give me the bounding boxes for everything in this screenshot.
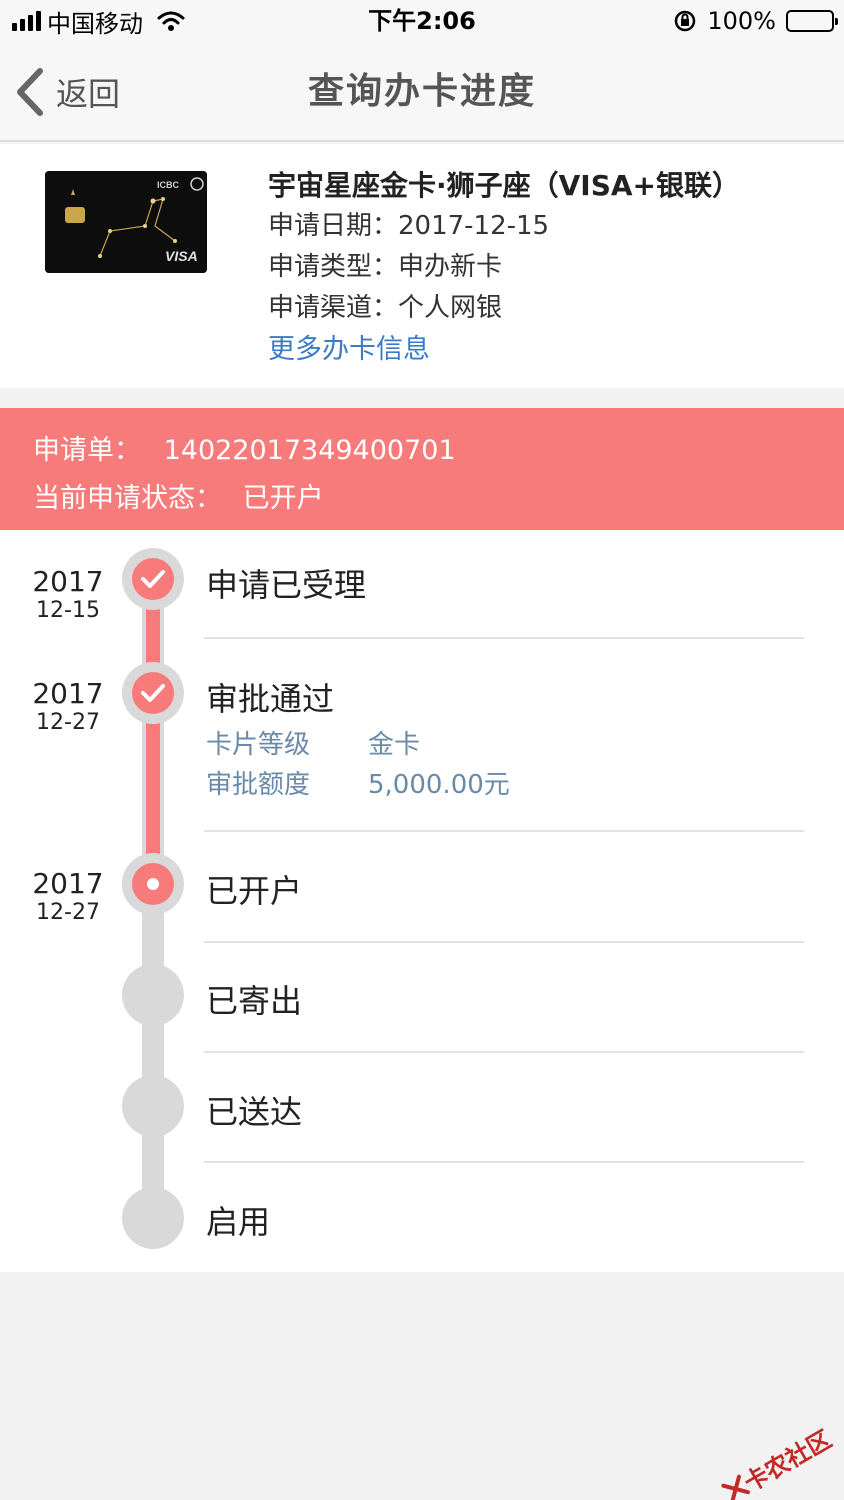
status-bar: 中国移动 下午2:06 100% — [0, 0, 844, 42]
step-current-node — [122, 853, 184, 915]
step-pending-node — [122, 964, 184, 1026]
detail-value: 金卡 — [368, 730, 421, 760]
step-done-node — [122, 662, 184, 724]
detail-row: 审批额度 5,000.00元 — [206, 764, 510, 801]
step-date: 2017 12-27 — [0, 868, 136, 926]
step-month-day: 12-27 — [36, 900, 100, 925]
step-title: 已送达 — [206, 1093, 303, 1131]
step-pending-node — [122, 1187, 184, 1249]
divider — [204, 830, 804, 832]
divider — [204, 637, 804, 639]
detail-key: 卡片等级 — [206, 730, 311, 760]
more-card-info-link[interactable]: 更多办卡信息 — [268, 329, 430, 370]
apply-type: 申请类型：申办新卡 — [268, 252, 503, 282]
timeline-progress-rail — [146, 578, 160, 884]
card-image: ICBC VISA — [45, 171, 207, 273]
application-number-label: 申请单： — [33, 435, 141, 466]
detail-key: 审批额度 — [206, 770, 311, 800]
step-month-day: 12-15 — [36, 598, 100, 623]
back-button[interactable]: 返回 — [14, 64, 120, 120]
card-brand-text: VISA — [165, 248, 198, 264]
watermark-text: 卡农社区 — [739, 1425, 837, 1498]
application-number-row: 申请单： 14022017349400701 — [33, 428, 456, 467]
card-info-panel: ICBC VISA 宇宙星座金卡·狮子座（VISA+银联） 申请日期：2017-… — [0, 144, 844, 388]
application-status-banner: 申请单： 14022017349400701 当前申请状态： 已开户 — [0, 408, 844, 530]
progress-timeline: 2017 12-15 申请已受理 2017 12-27 审批通过 卡片等级 金卡 … — [0, 530, 844, 1272]
application-state-label: 当前申请状态： — [33, 483, 222, 514]
application-state: 已开户 — [242, 483, 324, 514]
step-year: 2017 — [32, 867, 104, 900]
divider — [204, 941, 804, 943]
check-icon — [141, 684, 165, 702]
divider — [204, 1161, 804, 1163]
page-title: 查询办卡进度 — [307, 71, 536, 112]
battery-percent: 100% — [707, 7, 776, 35]
step-title: 启用 — [206, 1203, 271, 1241]
divider — [204, 1051, 804, 1053]
chevron-left-icon — [17, 68, 43, 116]
step-year: 2017 — [32, 565, 104, 598]
step-title: 审批通过 — [206, 680, 335, 718]
status-bar-right: 100% — [673, 0, 838, 42]
step-title: 已寄出 — [206, 982, 303, 1020]
card-bank-text: ICBC — [157, 180, 179, 190]
card-artwork: ICBC VISA — [45, 171, 207, 273]
card-name: 宇宙星座金卡·狮子座（VISA+银联） — [268, 169, 741, 202]
step-year: 2017 — [32, 677, 104, 710]
step-date: 2017 12-27 — [0, 678, 136, 736]
watermark: 卡农社区 — [717, 1420, 837, 1500]
step-date: 2017 12-15 — [0, 566, 136, 624]
step-pending-node — [122, 1075, 184, 1137]
back-label: 返回 — [56, 75, 121, 113]
detail-row: 卡片等级 金卡 — [206, 724, 420, 761]
step-title: 申请已受理 — [206, 566, 367, 604]
card-details: 宇宙星座金卡·狮子座（VISA+银联） 申请日期：2017-12-15 申请类型… — [268, 166, 740, 370]
apply-channel: 申请渠道：个人网银 — [268, 293, 503, 323]
step-title: 已开户 — [206, 872, 303, 910]
detail-value: 5,000.00元 — [368, 770, 510, 800]
check-icon — [141, 570, 165, 588]
nav-bar: 查询办卡进度 返回 — [0, 42, 844, 142]
current-dot-icon — [147, 878, 159, 890]
application-state-row: 当前申请状态： 已开户 — [33, 476, 324, 515]
rotation-lock-icon — [675, 10, 696, 32]
battery-icon — [786, 10, 838, 32]
apply-date: 申请日期：2017-12-15 — [268, 211, 550, 241]
step-month-day: 12-27 — [36, 710, 100, 735]
step-done-node — [122, 548, 184, 610]
application-number: 14022017349400701 — [163, 435, 456, 466]
